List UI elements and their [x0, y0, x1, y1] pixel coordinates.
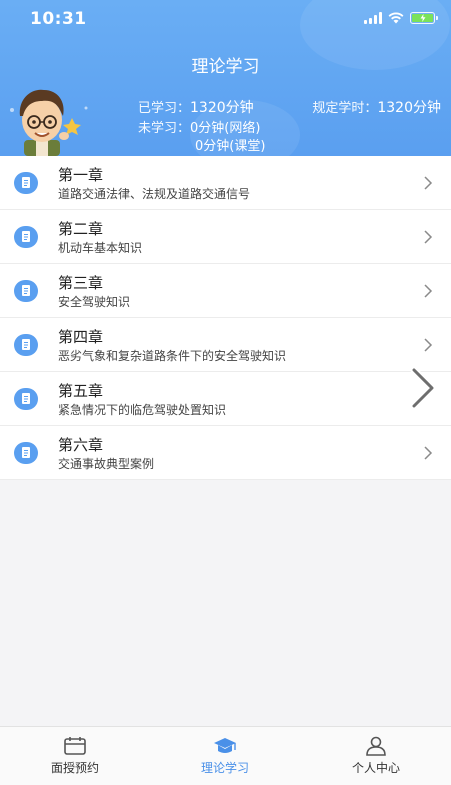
battery-icon — [410, 12, 438, 24]
tab-personal-center[interactable]: 个人中心 — [301, 727, 451, 785]
chapter-item-3[interactable]: 第三章 安全驾驶知识 — [0, 264, 451, 318]
wifi-icon — [388, 12, 404, 24]
chapter-subtitle: 道路交通法律、法规及道路交通信号 — [58, 187, 251, 201]
tab-label: 个人中心 — [351, 761, 400, 775]
chapter-title: 第一章 — [58, 166, 104, 184]
unlearned-label: 未学习： — [138, 121, 191, 136]
chevron-right-icon — [424, 176, 433, 190]
chapter-item-6[interactable]: 第六章 交通事故典型案例 — [0, 426, 451, 480]
status-icons — [364, 12, 438, 24]
chapter-item-4[interactable]: 第四章 恶劣气象和复杂道路条件下的安全驾驶知识 — [0, 318, 451, 372]
document-icon — [14, 226, 38, 248]
chapter-title: 第三章 — [58, 274, 104, 292]
unlearned-classroom-value: 0分钟(课堂) — [195, 139, 266, 154]
signal-icon — [364, 12, 382, 24]
floating-chevron-right-icon[interactable] — [408, 367, 438, 409]
tab-label: 面授预约 — [50, 761, 99, 775]
graduation-cap-icon — [214, 738, 236, 753]
chapter-subtitle: 紧急情况下的临危驾驶处置知识 — [58, 403, 227, 417]
unlearned-network-value: 0分钟(网络) — [190, 121, 261, 136]
chapter-subtitle: 机动车基本知识 — [58, 241, 143, 255]
document-icon — [14, 280, 38, 302]
chapter-title: 第五章 — [58, 382, 104, 400]
tab-bar: 面授预约 理论学习 个人中心 — [0, 726, 451, 785]
teacher-avatar-illustration — [10, 89, 88, 156]
learned-label: 已学习： — [138, 101, 191, 116]
chapter-item-5[interactable]: 第五章 紧急情况下的临危驾驶处置知识 — [0, 372, 451, 426]
chapter-subtitle: 安全驾驶知识 — [58, 295, 131, 309]
chapter-list: 第一章 道路交通法律、法规及道路交通信号 第二章 机动车基本知识 第三章 安全驾… — [0, 156, 451, 480]
stat-learned: 已学习：1320分钟 — [138, 97, 254, 117]
chapter-title: 第二章 — [58, 220, 104, 238]
chevron-right-icon — [424, 284, 433, 298]
chapter-title: 第六章 — [58, 436, 104, 454]
learned-value: 1320分钟 — [190, 100, 254, 116]
chevron-right-icon — [424, 230, 433, 244]
document-icon — [14, 442, 38, 464]
calendar-icon — [64, 737, 86, 755]
status-time: 10:31 — [30, 9, 87, 29]
chevron-right-icon — [424, 446, 433, 460]
chapter-item-1[interactable]: 第一章 道路交通法律、法规及道路交通信号 — [0, 156, 451, 210]
chapter-title: 第四章 — [58, 328, 104, 346]
tab-label: 理论学习 — [200, 761, 249, 775]
person-icon — [366, 736, 386, 756]
tab-appointment[interactable]: 面授预约 — [0, 727, 150, 785]
tab-theory-study[interactable]: 理论学习 — [150, 727, 300, 785]
header: 10:31 理论学习 已学习：1320分钟 规定学时：1320分钟 未学习：0分… — [0, 0, 451, 156]
required-label: 规定学时： — [312, 101, 378, 116]
chapter-subtitle: 交通事故典型案例 — [58, 457, 155, 471]
chevron-right-icon — [424, 338, 433, 352]
document-icon — [14, 172, 38, 194]
stat-unlearned: 未学习：0分钟(网络) — [138, 117, 260, 136]
chapter-subtitle: 恶劣气象和复杂道路条件下的安全驾驶知识 — [58, 349, 287, 363]
status-bar: 10:31 — [0, 0, 451, 40]
required-value: 1320分钟 — [377, 100, 441, 116]
document-icon — [14, 334, 38, 356]
page-title: 理论学习 — [191, 57, 260, 77]
stat-unlearned-classroom: 0分钟(课堂) — [195, 135, 265, 154]
document-icon — [14, 388, 38, 410]
stat-required: 规定学时：1320分钟 — [312, 97, 441, 117]
chapter-item-2[interactable]: 第二章 机动车基本知识 — [0, 210, 451, 264]
